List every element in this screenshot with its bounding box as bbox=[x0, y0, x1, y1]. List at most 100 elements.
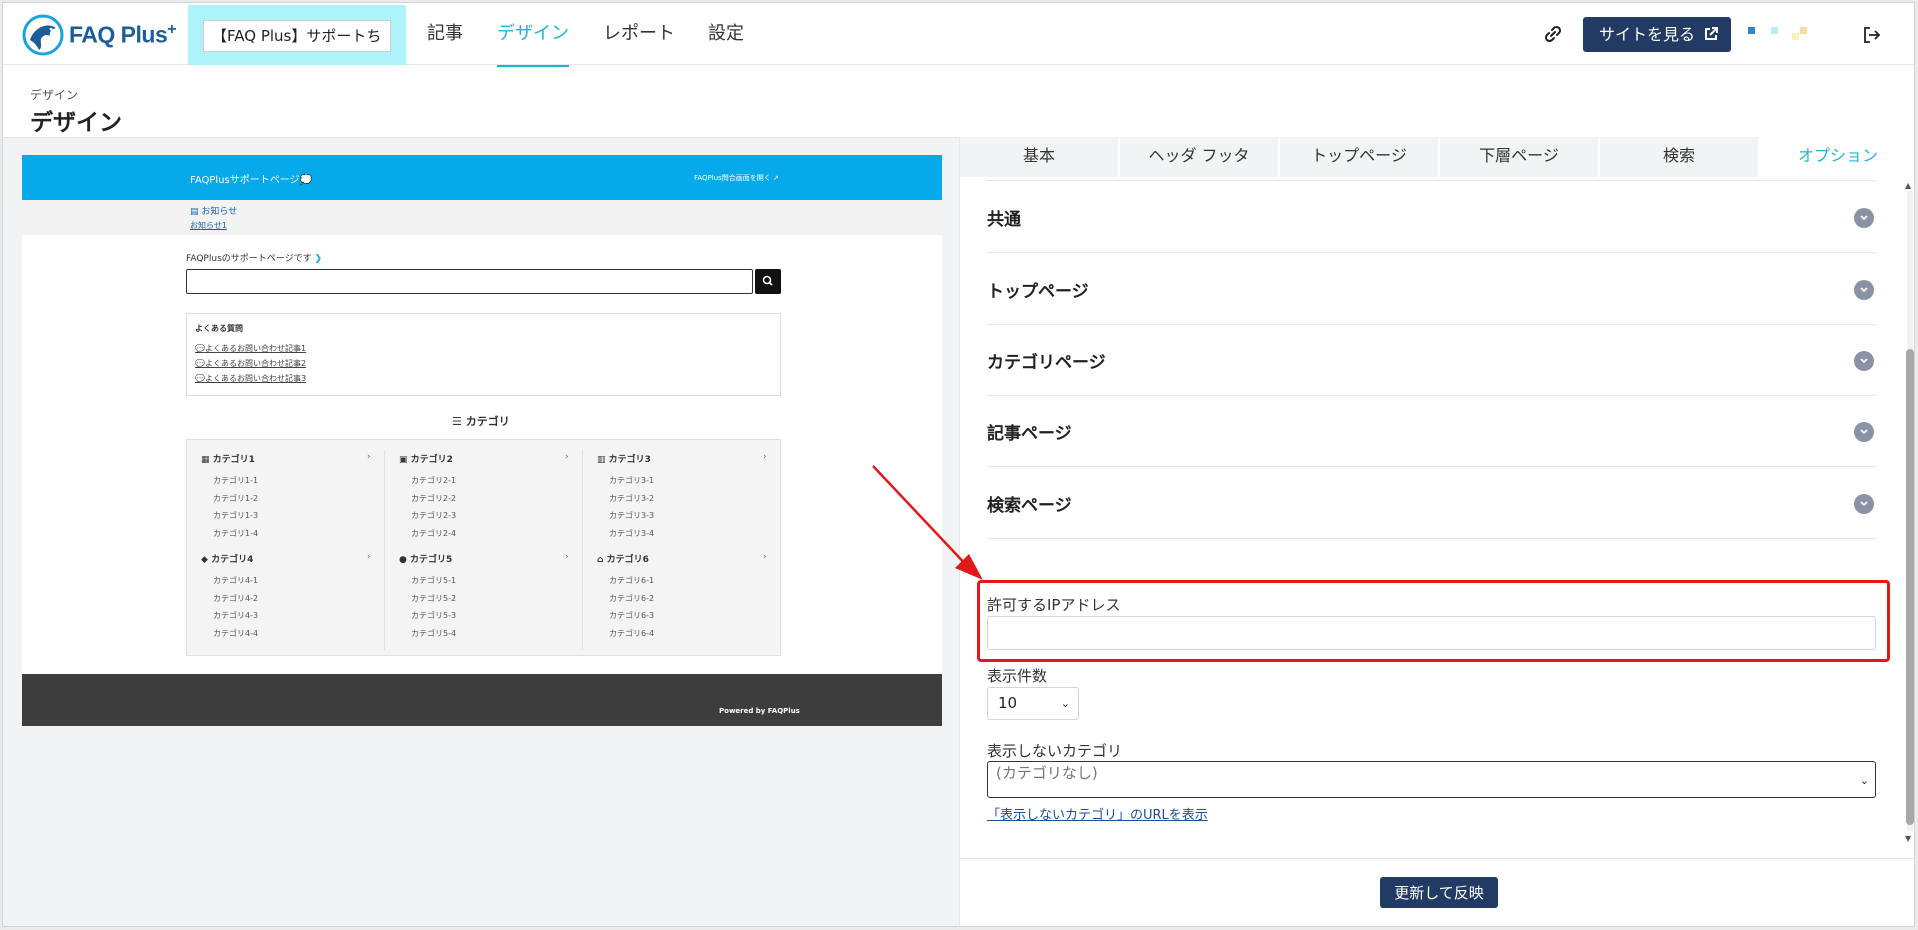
tab-header-footer[interactable]: ヘッダ フッタ bbox=[1120, 137, 1279, 177]
hidden-category-url-link[interactable]: 「表示しないカテゴリ」のURLを表示 bbox=[987, 804, 1208, 823]
accordion-label: 検索ページ bbox=[987, 496, 1072, 516]
display-count-label: 表示件数 bbox=[987, 667, 1048, 685]
preview-header: FAQPlusサポートページ💭 FAQPlus問合画面を開く ↗ bbox=[22, 155, 942, 200]
top-navigation-bar: FAQ Plus+ 【FAQ Plus】サポートち 記事 デザイン レポート 設… bbox=[3, 3, 1914, 67]
breadcrumb[interactable]: デザイン bbox=[30, 86, 78, 103]
page-title: デザイン bbox=[30, 110, 122, 136]
chevron-right-icon: › bbox=[763, 552, 767, 562]
accordion-label: カテゴリページ bbox=[987, 353, 1106, 373]
logo-text: FAQ Plus+ bbox=[69, 21, 177, 48]
preview-subcategory[interactable]: カテゴリ2-1 bbox=[411, 475, 456, 486]
avatar-pixel-icon bbox=[1792, 33, 1799, 40]
preview-subcategory[interactable]: カテゴリ4-1 bbox=[213, 575, 258, 586]
preview-news: ▤ お知らせ お知らせ1 bbox=[22, 200, 942, 235]
preview-faq-item[interactable]: 💬よくあるお問い合わせ記事2 bbox=[195, 358, 306, 369]
settings-panel: 基本 ヘッダ フッタ トップページ 下層ページ 検索 オプション 共通 トップペ… bbox=[959, 137, 1914, 926]
preview-subcategory[interactable]: カテゴリ5-1 bbox=[411, 575, 456, 586]
site-preview: FAQPlusサポートページ💭 FAQPlus問合画面を開く ↗ ▤ お知らせ … bbox=[22, 155, 942, 726]
logout-icon[interactable] bbox=[1863, 26, 1881, 44]
tab-top-page[interactable]: トップページ bbox=[1280, 137, 1439, 177]
external-link-icon bbox=[1705, 27, 1718, 40]
chevron-down-icon: ⌄ bbox=[1060, 697, 1070, 710]
link-icon[interactable] bbox=[1543, 24, 1563, 44]
accordion-category-page[interactable]: カテゴリページ bbox=[987, 324, 1876, 396]
chevron-down-icon bbox=[1854, 280, 1874, 300]
preview-subcategory[interactable]: カテゴリ4-3 bbox=[213, 610, 258, 621]
divider bbox=[384, 450, 385, 650]
preview-subcategory[interactable]: カテゴリ3-4 bbox=[609, 528, 654, 539]
preview-subcategory[interactable]: カテゴリ4-2 bbox=[213, 593, 258, 604]
tab-sub-page[interactable]: 下層ページ bbox=[1440, 137, 1599, 177]
preview-subcategory[interactable]: カテゴリ6-2 bbox=[609, 593, 654, 604]
dolphin-logo-icon bbox=[22, 14, 64, 56]
preview-subcategory[interactable]: カテゴリ3-3 bbox=[609, 510, 654, 521]
preview-search-input[interactable] bbox=[186, 269, 753, 294]
panel-scrollbar[interactable]: ▲ ▼ bbox=[1903, 177, 1914, 848]
tab-search[interactable]: 検索 bbox=[1600, 137, 1759, 177]
chart-icon: ▥ bbox=[597, 455, 606, 465]
hidden-category-select[interactable]: (カテゴリなし) ⌄ bbox=[987, 761, 1876, 798]
nav-settings[interactable]: 設定 bbox=[708, 3, 744, 65]
accordion-label: 記事ページ bbox=[987, 424, 1072, 444]
chevron-down-icon bbox=[1854, 208, 1874, 228]
preview-faq-box: よくある質問 💬よくあるお問い合わせ記事1 💬よくあるお問い合わせ記事2 💬よく… bbox=[186, 313, 781, 396]
preview-subcategory[interactable]: カテゴリ6-1 bbox=[609, 575, 654, 586]
panel-footer: 更新して反映 bbox=[960, 858, 1914, 926]
view-site-button[interactable]: サイトを見る bbox=[1583, 17, 1731, 52]
chevron-down-icon bbox=[1854, 351, 1874, 371]
scrollbar-thumb[interactable] bbox=[1906, 349, 1914, 825]
site-selector[interactable]: 【FAQ Plus】サポートち bbox=[203, 20, 391, 52]
tab-options[interactable]: オプション bbox=[1760, 137, 1914, 177]
preview-subcategory[interactable]: カテゴリ5-2 bbox=[411, 593, 456, 604]
app-window: FAQ Plus+ 【FAQ Plus】サポートち 記事 デザイン レポート 設… bbox=[2, 2, 1915, 927]
search-icon bbox=[762, 275, 773, 286]
preview-subcategory[interactable]: カテゴリ1-1 bbox=[213, 475, 258, 486]
preview-faq-item[interactable]: 💬よくあるお問い合わせ記事3 bbox=[195, 373, 306, 384]
chevron-right-icon: › bbox=[565, 552, 569, 562]
divider bbox=[582, 450, 583, 650]
preview-subcategory[interactable]: カテゴリ1-2 bbox=[213, 493, 258, 504]
faqplus-logo[interactable]: FAQ Plus+ bbox=[21, 13, 177, 57]
preview-subcategory[interactable]: カテゴリ4-4 bbox=[213, 628, 258, 639]
accordion-article-page[interactable]: 記事ページ bbox=[987, 395, 1876, 467]
avatar-pixel-icon bbox=[1771, 27, 1778, 34]
accordion-label: 共通 bbox=[987, 210, 1021, 230]
preview-subcategory[interactable]: カテゴリ1-3 bbox=[213, 510, 258, 521]
box-icon: ▣ bbox=[399, 455, 408, 465]
robot-icon: ◆ bbox=[201, 555, 208, 565]
nav-design[interactable]: デザイン bbox=[497, 3, 569, 67]
preview-subcategory[interactable]: カテゴリ6-3 bbox=[609, 610, 654, 621]
preview-category-heading: ☰ カテゴリ bbox=[452, 415, 510, 428]
nav-articles[interactable]: 記事 bbox=[427, 3, 463, 65]
preview-category-grid: ▦ カテゴリ1 › カテゴリ1-1 カテゴリ1-2 カテゴリ1-3 カテゴリ1-… bbox=[186, 439, 781, 656]
preview-subcategory[interactable]: カテゴリ2-2 bbox=[411, 493, 456, 504]
preview-search-button[interactable] bbox=[755, 269, 781, 294]
preview-subcategory[interactable]: カテゴリ1-4 bbox=[213, 528, 258, 539]
preview-footer-text: Powered by FAQPlus bbox=[719, 707, 800, 715]
accordion-search-page[interactable]: 検索ページ bbox=[987, 467, 1876, 539]
update-and-apply-button[interactable]: 更新して反映 bbox=[1380, 877, 1498, 908]
preview-footer: Powered by FAQPlus bbox=[22, 674, 942, 726]
preview-intro: FAQPlusのサポートページです ❯ bbox=[186, 254, 322, 264]
preview-subcategory[interactable]: カテゴリ3-2 bbox=[609, 493, 654, 504]
avatar-pixel-icon bbox=[1800, 27, 1807, 34]
chevron-down-icon: ⌄ bbox=[1859, 774, 1869, 787]
preview-subcategory[interactable]: カテゴリ2-4 bbox=[411, 528, 456, 539]
scroll-up-arrow-icon[interactable]: ▲ bbox=[1905, 181, 1911, 190]
preview-subcategory[interactable]: カテゴリ5-4 bbox=[411, 628, 456, 639]
preview-subcategory[interactable]: カテゴリ6-4 bbox=[609, 628, 654, 639]
preview-faq-item[interactable]: 💬よくあるお問い合わせ記事1 bbox=[195, 343, 306, 354]
preview-subcategory[interactable]: カテゴリ2-3 bbox=[411, 510, 456, 521]
settings-tabs: 基本 ヘッダ フッタ トップページ 下層ページ 検索 オプション bbox=[960, 137, 1914, 177]
scroll-down-arrow-icon[interactable]: ▼ bbox=[1905, 834, 1911, 843]
accordion-common[interactable]: 共通 bbox=[987, 181, 1876, 253]
display-count-select[interactable]: 10 ⌄ bbox=[987, 687, 1079, 720]
tab-basic[interactable]: 基本 bbox=[960, 137, 1119, 177]
accordion-top-page[interactable]: トップページ bbox=[987, 253, 1876, 325]
preview-subcategory[interactable]: カテゴリ3-1 bbox=[609, 475, 654, 486]
preview-subcategory[interactable]: カテゴリ5-3 bbox=[411, 610, 456, 621]
nav-reports[interactable]: レポート bbox=[603, 3, 675, 65]
preview-news-item[interactable]: お知らせ1 bbox=[190, 220, 227, 231]
preview-inquiry-link[interactable]: FAQPlus問合画面を開く ↗ bbox=[694, 173, 779, 183]
chevron-right-icon: › bbox=[565, 452, 569, 462]
